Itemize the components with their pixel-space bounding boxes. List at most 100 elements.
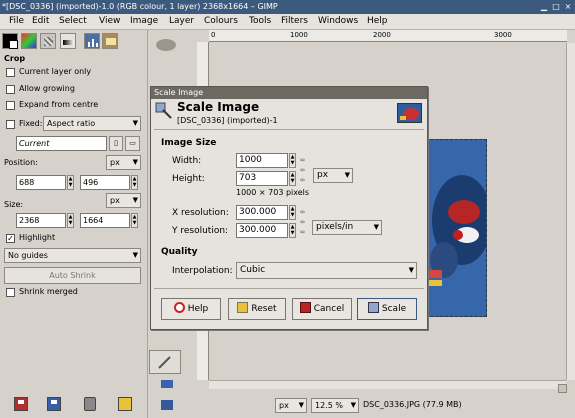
histogram-icon[interactable] (84, 33, 100, 49)
shrink-merged-checkbox[interactable] (6, 288, 15, 297)
delete-options-icon[interactable] (84, 397, 96, 411)
fixed-mode-select[interactable]: Aspect ratio ▼ (43, 116, 141, 131)
dialog-titlebar[interactable]: Scale Image (151, 87, 427, 99)
size-width-spinner[interactable]: ▲ ▼ (67, 213, 74, 228)
height-field[interactable]: 703 (236, 171, 288, 186)
image-canvas[interactable] (421, 139, 487, 317)
pencil-tool-icon[interactable] (149, 350, 181, 374)
restore-options-icon[interactable] (47, 397, 61, 411)
aspect-ratio-field[interactable]: Current (16, 136, 107, 151)
guides-select[interactable]: No guides ▼ (4, 248, 141, 263)
dropdown-arrow-icon: ▼ (298, 401, 304, 409)
ruler-label: 1000 (290, 31, 308, 39)
current-layer-only-checkbox[interactable] (6, 68, 15, 77)
menu-select[interactable]: Select (59, 16, 87, 26)
highlight-checkbox[interactable]: ✓ (6, 234, 15, 243)
maximize-icon[interactable]: □ (551, 2, 561, 12)
vertical-scrollbar[interactable] (566, 43, 575, 380)
menu-edit[interactable]: Edit (32, 16, 49, 26)
reset-icon (237, 302, 249, 313)
ruler-label: 3000 (494, 31, 512, 39)
width-field[interactable]: 1000 (236, 153, 288, 168)
pattern-icon[interactable] (40, 33, 56, 49)
position-unit-select[interactable]: px ▼ (106, 155, 141, 170)
fixed-checkbox[interactable] (6, 120, 15, 129)
current-layer-only-label: Current layer only (19, 67, 92, 76)
wilber-icon (152, 35, 180, 53)
menu-windows[interactable]: Windows (318, 16, 358, 26)
interpolation-select[interactable]: Cubic ▼ (236, 262, 417, 279)
buttons-divider (154, 288, 424, 289)
menu-filters[interactable]: Filters (281, 16, 308, 26)
position-y-spinner[interactable]: ▲ ▼ (131, 175, 138, 190)
menu-file[interactable]: File (9, 16, 24, 26)
width-label: Width: (172, 156, 202, 166)
save-options-icon[interactable] (14, 397, 28, 411)
y-resolution-spinner[interactable]: ▲ ▼ (289, 223, 296, 238)
size-unit-select[interactable]: px ▼ (313, 168, 353, 183)
menu-tools[interactable]: Tools (249, 16, 271, 26)
menu-layer[interactable]: Layer (169, 16, 194, 26)
quality-heading: Quality (161, 247, 198, 257)
gradient-icon[interactable] (60, 33, 76, 49)
image-thumbnail (397, 103, 422, 123)
reset-button[interactable]: Reset (228, 298, 286, 320)
position-y-field[interactable]: 496 (80, 175, 130, 190)
interpolation-label: Interpolation: (172, 266, 233, 276)
dropdown-arrow-icon: ▼ (132, 251, 138, 259)
resolution-unit-select[interactable]: pixels/in ▼ (312, 220, 382, 235)
menu-help[interactable]: Help (367, 16, 388, 26)
paint-tool-icon[interactable] (160, 377, 174, 391)
allow-growing-checkbox[interactable] (6, 85, 15, 94)
size-height-spinner[interactable]: ▲ ▼ (131, 213, 138, 228)
landscape-icon[interactable]: ▭ (125, 136, 140, 151)
zoom-select[interactable]: 12.5 % ▼ (311, 398, 359, 413)
image-size-heading: Image Size (161, 138, 217, 148)
cancel-button[interactable]: Cancel (292, 298, 352, 320)
pixels-info: 1000 × 703 pixels (236, 188, 310, 197)
size-unit-select[interactable]: px ▼ (106, 193, 141, 208)
text-tool-icon[interactable] (160, 398, 174, 412)
horizontal-scrollbar[interactable] (209, 380, 566, 389)
chain-link-icon[interactable]: ∞ ∞ ∞ (299, 155, 306, 185)
position-x-spinner[interactable]: ▲ ▼ (67, 175, 74, 190)
height-spinner[interactable]: ▲ ▼ (289, 171, 296, 186)
scale-button[interactable]: Scale (357, 298, 417, 320)
position-unit-value: px (110, 158, 120, 167)
width-spinner[interactable]: ▲ ▼ (289, 153, 296, 168)
scale-button-label: Scale (381, 304, 407, 314)
portrait-icon[interactable]: ▯ (109, 136, 123, 151)
menu-colours[interactable]: Colours (204, 16, 238, 26)
minimize-icon[interactable]: ▁ (539, 2, 549, 12)
ruler-label: 2000 (373, 31, 391, 39)
image-icon[interactable] (102, 33, 118, 49)
position-x-field[interactable]: 688 (16, 175, 66, 190)
y-resolution-field[interactable]: 300.000 (236, 223, 288, 238)
help-button[interactable]: Help (161, 298, 221, 320)
x-resolution-label: X resolution: (172, 208, 229, 218)
close-icon[interactable]: × (563, 2, 573, 12)
navigate-icon[interactable] (558, 384, 567, 393)
x-resolution-spinner[interactable]: ▲ ▼ (289, 205, 296, 220)
fg-bg-colour-icon[interactable] (2, 33, 18, 49)
expand-from-centre-checkbox[interactable] (6, 101, 15, 110)
reset-options-icon[interactable] (118, 397, 132, 411)
unit-select[interactable]: px ▼ (275, 398, 307, 413)
help-icon (173, 302, 185, 313)
window-titlebar[interactable]: *[DSC_0336] (imported)-1.0 (RGB colour, … (0, 0, 575, 14)
size-width-field[interactable]: 2368 (16, 213, 66, 228)
dropdown-arrow-icon: ▼ (132, 119, 138, 127)
scale-button-icon (367, 302, 379, 313)
reset-button-label: Reset (251, 304, 277, 314)
highlight-label: Highlight (19, 233, 56, 242)
size-height-field[interactable]: 1664 (80, 213, 130, 228)
dropdown-arrow-icon: ▼ (132, 196, 138, 204)
brush-icon[interactable] (21, 33, 37, 49)
height-label: Height: (172, 174, 205, 184)
menu-image[interactable]: Image (130, 16, 158, 26)
menu-view[interactable]: View (99, 16, 120, 26)
auto-shrink-button[interactable]: Auto Shrink (4, 267, 141, 284)
x-resolution-field[interactable]: 300.000 (236, 205, 288, 220)
resolution-chain-icon[interactable]: ∞ ∞ ∞ (299, 207, 306, 237)
cancel-icon (299, 302, 311, 313)
